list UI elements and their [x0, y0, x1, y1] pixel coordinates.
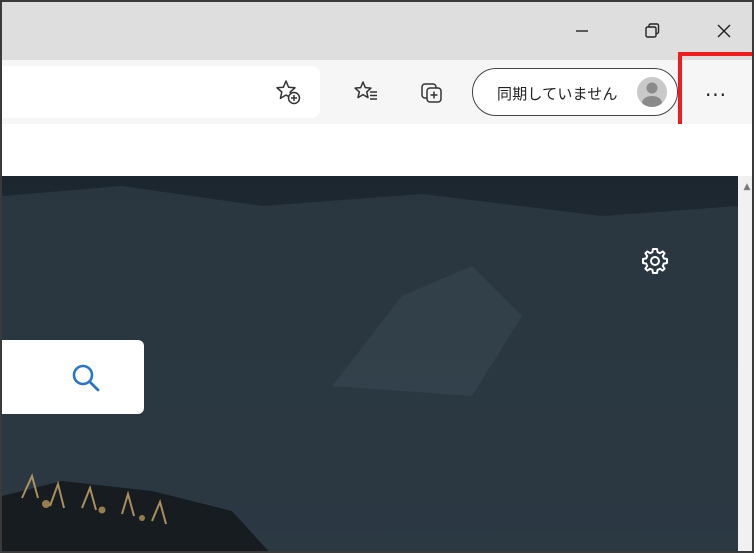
page-settings-button[interactable] — [638, 244, 672, 278]
minimize-icon — [576, 30, 588, 32]
add-favorite-icon — [276, 80, 301, 105]
more-icon: ··· — [704, 83, 728, 107]
search-icon[interactable] — [68, 360, 104, 396]
browser-window: 同期していません ··· ▲ — [0, 0, 754, 553]
restore-icon — [645, 23, 660, 38]
profile-sync-button[interactable]: 同期していません — [472, 68, 678, 116]
add-favorite-button[interactable] — [270, 74, 306, 110]
favorites-button[interactable] — [348, 74, 384, 110]
close-icon — [717, 24, 731, 38]
browser-toolbar: 同期していません ··· — [2, 60, 752, 124]
scroll-up-arrow-icon[interactable]: ▲ — [738, 180, 752, 194]
profile-avatar-icon — [637, 77, 667, 107]
restore-button[interactable] — [620, 2, 684, 60]
sync-status-label: 同期していません — [497, 85, 618, 103]
settings-gear-icon — [642, 248, 668, 274]
web-search-box[interactable] — [2, 340, 144, 414]
more-button[interactable]: ··· — [678, 60, 752, 130]
new-tab-page — [2, 176, 738, 551]
collections-button[interactable] — [414, 74, 450, 110]
favorites-icon — [354, 81, 377, 100]
close-button[interactable] — [692, 2, 752, 60]
favorites-strip — [2, 124, 752, 176]
collections-icon — [421, 83, 442, 103]
minimize-button[interactable] — [550, 2, 614, 60]
vertical-scrollbar[interactable]: ▲ — [738, 176, 752, 551]
title-bar — [2, 2, 752, 60]
